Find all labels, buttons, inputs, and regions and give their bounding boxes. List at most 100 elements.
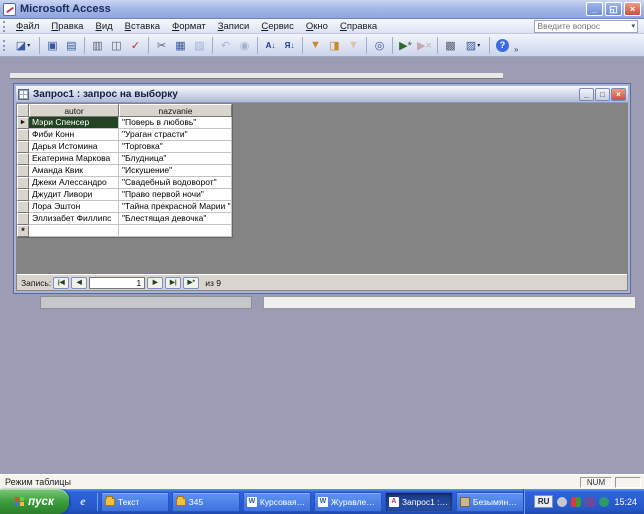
insert-hyperlink-button[interactable]: ◉	[235, 36, 254, 55]
menu-file[interactable]: Файл	[10, 20, 45, 33]
cell-autor[interactable]: Эллизабет Филлипс	[29, 213, 119, 225]
menu-format[interactable]: Формат	[166, 20, 212, 33]
previous-record-button[interactable]: ◀	[71, 277, 87, 289]
word-icon: W	[318, 497, 328, 507]
start-label: пуск	[28, 496, 54, 508]
start-button[interactable]: пуск	[0, 489, 69, 514]
print-button[interactable]: ▥	[88, 36, 107, 55]
cell-autor[interactable]: Мэри Спенсер	[29, 117, 119, 129]
query-close-button[interactable]: ×	[611, 88, 626, 101]
query-maximize-button[interactable]: □	[595, 88, 610, 101]
cell-autor[interactable]: Фиби Конн	[29, 129, 119, 141]
sort-ascending-button[interactable]: А↓	[261, 36, 280, 55]
cell-autor[interactable]: Джудит Ливори	[29, 189, 119, 201]
taskbar-button-kursovaya[interactable]: W Курсовая.do...	[243, 492, 311, 512]
cell-autor-empty[interactable]	[29, 225, 119, 237]
undo-button[interactable]: ↶	[216, 36, 235, 55]
cell-nazvanie[interactable]: "Тайна прекрасной Марии "	[119, 201, 232, 213]
menu-view[interactable]: Вид	[89, 20, 118, 33]
taskbar-button-bezymyanny[interactable]: Безымянный...	[456, 492, 524, 512]
record-selector[interactable]	[17, 213, 29, 225]
taskbar-button-345[interactable]: 345	[172, 492, 240, 512]
cell-autor[interactable]: Дарья Истомина	[29, 141, 119, 153]
cell-nazvanie[interactable]: "Блудница"	[119, 153, 232, 165]
new-object-button[interactable]: ▨▾	[460, 36, 486, 55]
restore-button[interactable]: ◱	[605, 2, 622, 16]
cell-autor[interactable]: Лора Эштон	[29, 201, 119, 213]
column-header-nazvanie[interactable]: nazvanie	[119, 104, 232, 117]
cell-autor[interactable]: Аманда Квик	[29, 165, 119, 177]
cell-nazvanie[interactable]: "Торговка"	[119, 141, 232, 153]
file-search-button[interactable]: ▤	[62, 36, 81, 55]
help-button[interactable]: ?	[493, 36, 512, 55]
taskbar-button-zapros1[interactable]: A Запрос1 : за...	[385, 492, 453, 512]
record-selector-current[interactable]: ►	[17, 117, 29, 129]
spelling-button[interactable]: ✓	[126, 36, 145, 55]
cell-autor[interactable]: Екатерина Маркова	[29, 153, 119, 165]
cell-nazvanie[interactable]: "Ураган страсти"	[119, 129, 232, 141]
cell-nazvanie[interactable]: "Право первой ночи"	[119, 189, 232, 201]
menubar-grip[interactable]	[3, 21, 6, 32]
ask-question-input[interactable]	[535, 21, 629, 32]
last-record-button[interactable]: ▶|	[165, 277, 181, 289]
cut-button[interactable]: ✂	[152, 36, 171, 55]
menu-edit[interactable]: Правка	[45, 20, 89, 33]
internet-explorer-icon[interactable]: e	[76, 495, 90, 509]
toolbar-separator	[437, 37, 438, 54]
cell-nazvanie[interactable]: "Блестящая девочка"	[119, 213, 232, 225]
print-preview-button[interactable]: ◫	[107, 36, 126, 55]
new-record-button[interactable]: ▶*	[396, 36, 415, 55]
view-button[interactable]: ◪▾	[10, 36, 36, 55]
minimize-button[interactable]: _	[586, 2, 603, 16]
save-button[interactable]: ▣	[43, 36, 62, 55]
query-minimize-button[interactable]: _	[579, 88, 594, 101]
query-window-titlebar[interactable]: Запрос1 : запрос на выборку _ □ ×	[16, 86, 628, 103]
menu-insert[interactable]: Вставка	[119, 20, 166, 33]
new-record-selector[interactable]: *	[17, 225, 29, 237]
cell-nazvanie-empty[interactable]	[119, 225, 232, 237]
menu-window[interactable]: Окно	[300, 20, 334, 33]
filter-by-form-button[interactable]: ◨	[325, 36, 344, 55]
language-indicator[interactable]: RU	[534, 495, 554, 508]
sort-ascending-icon: А↓	[266, 41, 276, 50]
cell-autor[interactable]: Джеки Алессандро	[29, 177, 119, 189]
column-header-autor[interactable]: autor	[29, 104, 119, 117]
database-window-button[interactable]: ▩	[441, 36, 460, 55]
record-selector[interactable]	[17, 201, 29, 213]
current-record-input[interactable]	[89, 277, 145, 289]
cell-nazvanie[interactable]: "Поверь в любовь"	[119, 117, 232, 129]
first-record-button[interactable]: |◀	[53, 277, 69, 289]
filter-by-selection-button[interactable]: ▼	[306, 36, 325, 55]
record-selector[interactable]	[17, 177, 29, 189]
new-record-nav-button[interactable]: ▶*	[183, 277, 199, 289]
select-all-corner[interactable]	[17, 104, 29, 117]
toolbar-options-button[interactable]: »	[514, 45, 518, 56]
menu-tools[interactable]: Сервис	[255, 20, 300, 33]
tray-icon-c[interactable]	[585, 497, 595, 507]
sort-descending-button[interactable]: Я↓	[280, 36, 299, 55]
record-selector[interactable]	[17, 141, 29, 153]
close-button[interactable]: ×	[624, 2, 641, 16]
toolbar-grip[interactable]	[3, 40, 6, 51]
menu-records[interactable]: Записи	[212, 20, 256, 33]
apply-filter-button[interactable]: ▼	[344, 36, 363, 55]
cell-nazvanie[interactable]: "Искушение"	[119, 165, 232, 177]
copy-button[interactable]: ▦	[171, 36, 190, 55]
taskbar-button-tekst[interactable]: Текст	[101, 492, 169, 512]
next-record-button[interactable]: ▶	[147, 277, 163, 289]
tray-icon-b[interactable]	[571, 497, 581, 507]
tray-icon-a[interactable]	[557, 497, 567, 507]
find-button[interactable]: ◎	[370, 36, 389, 55]
record-selector[interactable]	[17, 153, 29, 165]
record-selector[interactable]	[17, 129, 29, 141]
record-selector[interactable]	[17, 165, 29, 177]
delete-record-button[interactable]: ▶×	[415, 36, 434, 55]
toolbar-separator	[489, 37, 490, 54]
cell-nazvanie[interactable]: "Свадебный водоворот"	[119, 177, 232, 189]
chevron-down-icon[interactable]: ▾	[629, 22, 637, 30]
record-selector[interactable]	[17, 189, 29, 201]
tray-icon-d[interactable]	[599, 497, 609, 507]
paste-button[interactable]: ▧	[190, 36, 209, 55]
menu-help[interactable]: Справка	[334, 20, 383, 33]
taskbar-button-zhuravlev[interactable]: W Журавлев К...	[314, 492, 382, 512]
